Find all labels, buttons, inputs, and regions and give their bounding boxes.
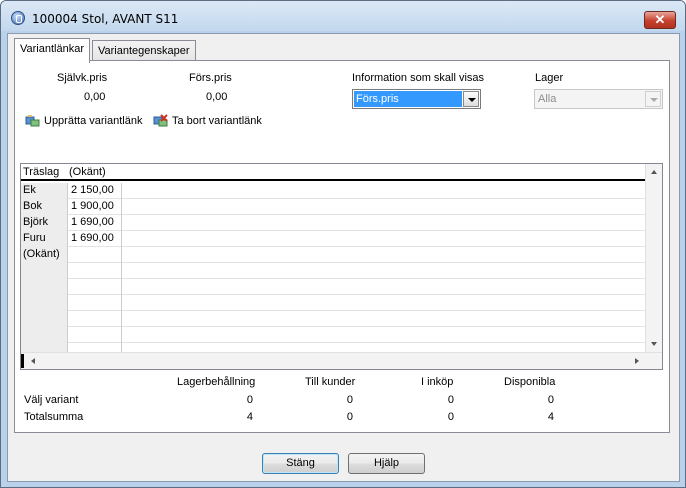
row-header-cell[interactable] <box>21 311 68 327</box>
value-cell[interactable] <box>68 327 122 343</box>
grid-header: Träslag (Okänt) <box>21 164 646 181</box>
create-variant-link-label: Upprätta variantlänk <box>44 115 143 127</box>
stock-header-lagerbehallning: Lagerbehållning <box>177 376 256 388</box>
scroll-thumb[interactable] <box>21 354 24 368</box>
row-header-cell[interactable]: Ek <box>21 183 68 199</box>
dialog-window: 100004 Stol, AVANT S11 ✕ Variantlänkar V… <box>0 0 686 488</box>
stock-value: 0 <box>447 394 454 406</box>
create-link-icon <box>25 115 40 127</box>
cost-price-label: Självk.pris <box>57 72 108 84</box>
stock-value: 0 <box>246 394 253 406</box>
value-cell[interactable]: 1 690,00 <box>68 231 122 247</box>
window-title: 100004 Stol, AVANT S11 <box>32 12 179 26</box>
value-cell[interactable] <box>68 247 122 263</box>
warehouse-select-value: Alla <box>538 93 557 105</box>
table-row[interactable] <box>21 327 646 343</box>
scroll-left-icon[interactable] <box>31 358 35 364</box>
value-cell[interactable] <box>68 311 122 327</box>
cost-price-value: 0,00 <box>84 91 106 103</box>
chevron-down-icon <box>645 91 661 107</box>
stock-value: 0 <box>346 394 353 406</box>
dialog-client: Variantlänkar Variantegenskaper Självk.p… <box>7 33 680 482</box>
table-row[interactable]: Furu 1 690,00 <box>21 231 646 247</box>
row-header-cell[interactable] <box>21 295 68 311</box>
chevron-down-icon[interactable] <box>463 91 479 107</box>
stock-value: 4 <box>246 411 253 423</box>
stock-row-label: Välj variant <box>24 394 79 406</box>
value-cell[interactable] <box>68 279 122 295</box>
table-row[interactable]: Björk 1 690,00 <box>21 215 646 231</box>
close-window-button[interactable]: ✕ <box>644 11 676 29</box>
remove-link-icon <box>153 114 168 127</box>
warehouse-select[interactable]: Alla <box>534 89 663 109</box>
stock-value: 4 <box>547 411 554 423</box>
sales-price-value: 0,00 <box>206 91 228 103</box>
variant-grid[interactable]: Träslag (Okänt) Ek 2 150,00 Bok 1 900,00 Bjö… <box>20 163 663 370</box>
tab-panel: Självk.pris 0,00 Förs.pris 0,00 Informat… <box>14 60 670 433</box>
row-header-cell[interactable]: Björk <box>21 215 68 231</box>
scroll-up-icon[interactable] <box>651 170 657 174</box>
row-header-cell[interactable] <box>21 327 68 343</box>
stock-row-label: Totalsumma <box>24 411 84 423</box>
table-row[interactable] <box>21 295 646 311</box>
table-row[interactable] <box>21 263 646 279</box>
close-button[interactable]: Stäng <box>262 453 339 474</box>
scroll-down-icon[interactable] <box>651 342 657 346</box>
scroll-right-icon[interactable] <box>635 358 639 364</box>
row-header-cell[interactable] <box>21 279 68 295</box>
table-row[interactable] <box>21 279 646 295</box>
warehouse-label: Lager <box>535 72 564 84</box>
tab-variantegenskaper[interactable]: Variantegenskaper <box>92 40 196 62</box>
horizontal-scrollbar[interactable] <box>21 352 662 369</box>
info-select-label: Information som skall visas <box>352 72 485 84</box>
row-header-cell[interactable] <box>21 263 68 279</box>
value-cell[interactable]: 1 690,00 <box>68 215 122 231</box>
info-select[interactable]: Förs.pris <box>352 89 481 109</box>
value-cell[interactable] <box>68 295 122 311</box>
vertical-scrollbar[interactable] <box>645 164 662 352</box>
column-header-okant[interactable]: (Okänt) <box>69 166 106 178</box>
table-row[interactable]: Bok 1 900,00 <box>21 199 646 215</box>
tab-variantlankar[interactable]: Variantlänkar <box>14 38 90 63</box>
stock-header-till-kunder: Till kunder <box>305 376 356 388</box>
help-button[interactable]: Hjälp <box>348 453 425 474</box>
table-row[interactable] <box>21 311 646 327</box>
stock-value: 0 <box>346 411 353 423</box>
stock-header-i-inkop: I inköp <box>421 376 454 388</box>
info-select-value: Förs.pris <box>354 91 462 107</box>
column-header-traslag[interactable]: Träslag <box>23 166 59 178</box>
row-header-cell[interactable]: Furu <box>21 231 68 247</box>
sales-price-label: Förs.pris <box>189 72 232 84</box>
app-icon <box>11 11 25 25</box>
title-bar[interactable]: 100004 Stol, AVANT S11 ✕ <box>1 1 685 31</box>
row-header-cell[interactable]: (Okänt) <box>21 247 68 263</box>
remove-variant-link-label: Ta bort variantlänk <box>172 115 262 127</box>
table-row[interactable]: (Okänt) <box>21 247 646 263</box>
stock-header-disponibla: Disponibla <box>504 376 556 388</box>
create-variant-link-button[interactable]: Upprätta variantlänk <box>25 113 150 131</box>
remove-variant-link-button[interactable]: Ta bort variantlänk <box>153 113 265 131</box>
value-cell[interactable]: 2 150,00 <box>68 183 122 199</box>
value-cell[interactable] <box>68 263 122 279</box>
row-header-cell[interactable]: Bok <box>21 199 68 215</box>
value-cell[interactable]: 1 900,00 <box>68 199 122 215</box>
stock-value: 0 <box>547 394 554 406</box>
stock-value: 0 <box>447 411 454 423</box>
table-row[interactable]: Ek 2 150,00 <box>21 183 646 199</box>
